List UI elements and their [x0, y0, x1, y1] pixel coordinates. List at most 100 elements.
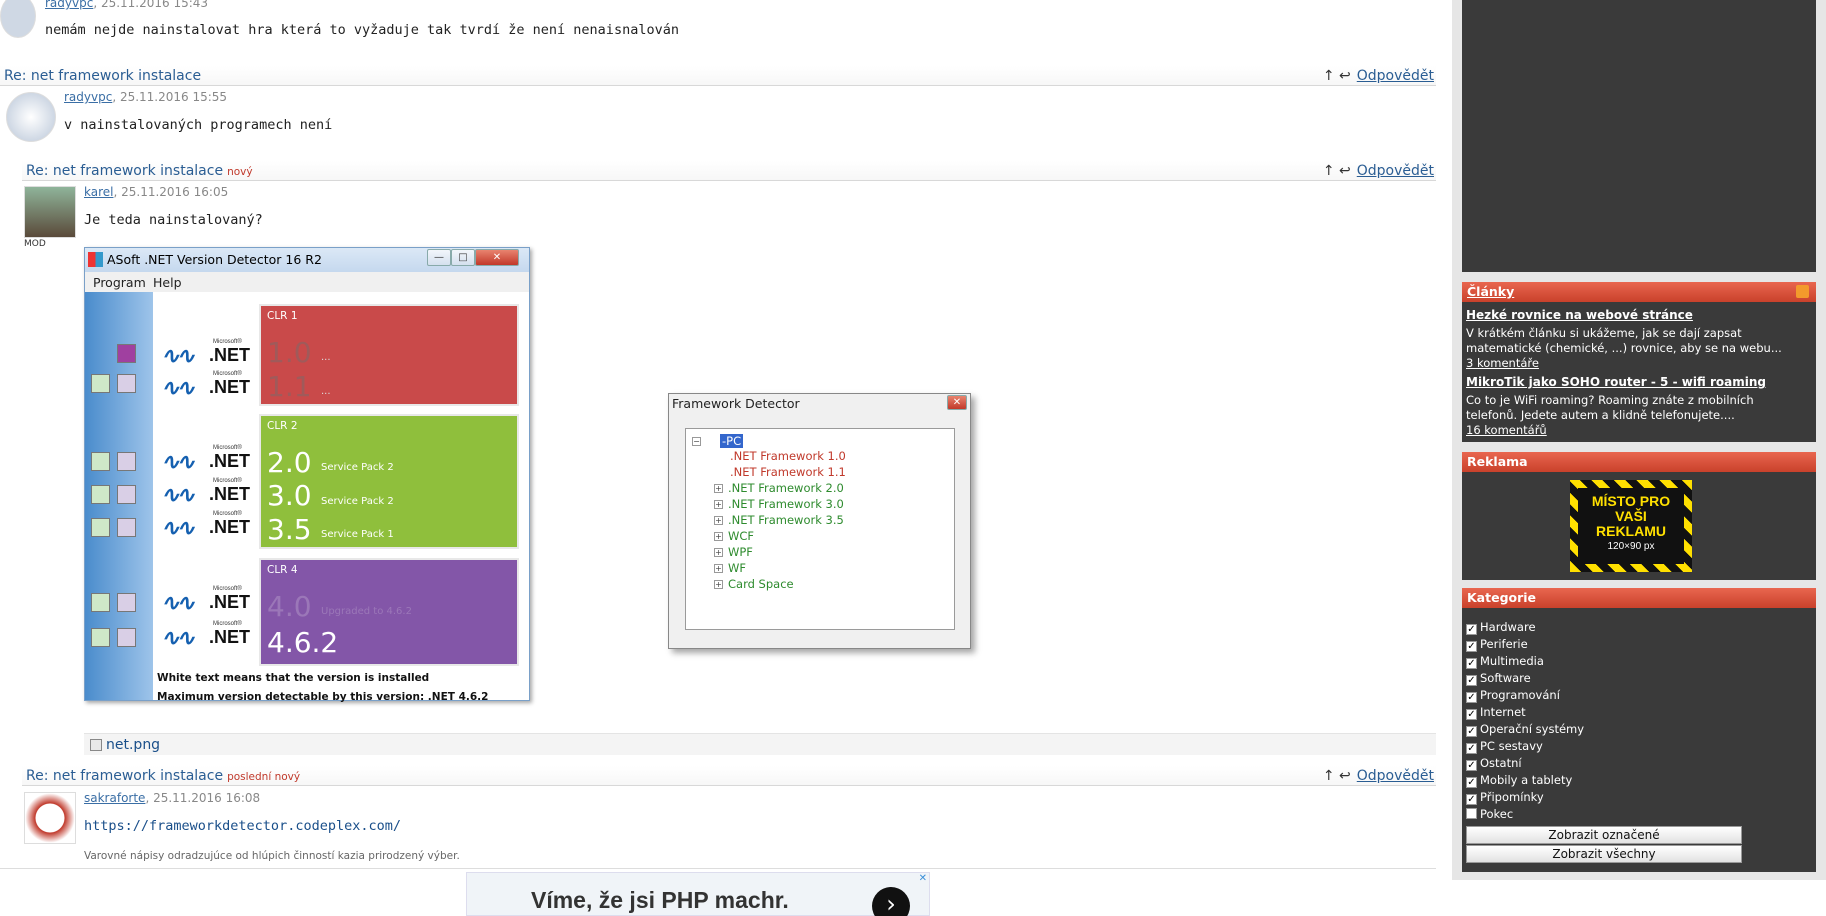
category-item[interactable]: ✓ Mobily a tablety	[1466, 773, 1572, 788]
article-title[interactable]: MikroTik jako SOHO router - 5 - wifi roa…	[1466, 375, 1766, 389]
category-label: Ostatní	[1480, 756, 1522, 770]
post-link[interactable]: https://frameworkdetector.codeplex.com/	[84, 818, 401, 834]
show-all-button[interactable]: Zobrazit všechny	[1466, 845, 1742, 863]
install-icon[interactable]	[91, 452, 110, 471]
article-comments[interactable]: 16 komentářů	[1466, 423, 1806, 437]
post-date: , 25.11.2016 15:43	[93, 0, 209, 10]
download-icon[interactable]	[117, 374, 136, 393]
category-checkbox[interactable]: ✓	[1466, 760, 1477, 771]
download-icon[interactable]	[117, 344, 136, 363]
author-link[interactable]: karel	[84, 185, 113, 199]
article-item: Hezké rovnice na webové stránce V krátké…	[1466, 308, 1806, 370]
category-item[interactable]: ✓ Periferie	[1466, 637, 1528, 652]
category-label: Programování	[1480, 688, 1560, 702]
avatar[interactable]	[0, 0, 36, 38]
reply-link[interactable]: Odpovědět	[1357, 163, 1434, 179]
article-desc: Co to je WiFi roaming? Roaming znáte z m…	[1466, 393, 1754, 422]
avatar[interactable]	[24, 792, 76, 844]
category-checkbox[interactable]	[1466, 808, 1477, 819]
download-icon[interactable]	[117, 518, 136, 537]
category-item[interactable]: ✓ Ostatní	[1466, 756, 1522, 771]
category-checkbox[interactable]: ✓	[1466, 794, 1477, 805]
nav-arrows-icon[interactable]: ↑ ↩	[1323, 163, 1351, 179]
category-item[interactable]: ✓ Programování	[1466, 688, 1560, 703]
author-link[interactable]: radyvpc	[64, 90, 112, 104]
window-title: ASoft .NET Version Detector 16 R2	[107, 252, 322, 267]
close-button[interactable]: ✕	[475, 249, 519, 266]
avatar[interactable]	[24, 186, 76, 238]
category-checkbox[interactable]: ✓	[1466, 624, 1477, 635]
download-icon[interactable]	[117, 485, 136, 504]
ad-banner[interactable]: Víme, že jsi PHP machr. › ✕	[466, 872, 930, 916]
download-icon[interactable]	[117, 452, 136, 471]
maximize-button[interactable]: □	[451, 249, 475, 266]
dotnet-logo: ∿∿ Microsoft® .NET	[161, 339, 251, 368]
category-checkbox[interactable]: ✓	[1466, 709, 1477, 720]
tree-item-net35[interactable]: + .NET Framework 3.5	[714, 513, 844, 527]
author-link[interactable]: sakraforte	[84, 791, 145, 805]
category-checkbox[interactable]: ✓	[1466, 675, 1477, 686]
category-checkbox[interactable]: ✓	[1466, 641, 1477, 652]
ad-text: Víme, že jsi PHP machr.	[531, 887, 789, 913]
author-link[interactable]: radyvpc	[45, 0, 93, 10]
install-icon[interactable]	[91, 628, 110, 647]
article-comments[interactable]: 3 komentáře	[1466, 356, 1806, 370]
tree-item-wpf[interactable]: + WPF	[714, 545, 753, 559]
rss-icon[interactable]	[1796, 285, 1809, 298]
category-checkbox[interactable]: ✓	[1466, 726, 1477, 737]
tree-item-net10[interactable]: .NET Framework 1.0	[730, 449, 846, 463]
menu-help[interactable]: Help	[153, 275, 182, 290]
download-icon[interactable]	[117, 593, 136, 612]
categories-header: Kategorie	[1462, 588, 1816, 608]
install-icon[interactable]	[91, 374, 110, 393]
category-item[interactable]: ✓ Hardware	[1466, 620, 1536, 635]
menubar: Program Help	[85, 272, 529, 292]
avatar[interactable]	[6, 92, 56, 142]
menu-program[interactable]: Program	[93, 275, 146, 290]
category-item[interactable]: ✓ Multimedia	[1466, 654, 1544, 669]
chevron-right-icon[interactable]: ›	[872, 887, 910, 916]
tree-item-wcf[interactable]: + WCF	[714, 529, 754, 543]
category-item[interactable]: Pokec	[1466, 807, 1513, 821]
reply-link[interactable]: Odpovědět	[1357, 68, 1434, 84]
post-title[interactable]: Re: net framework instalace	[26, 163, 223, 179]
category-item[interactable]: ✓ Software	[1466, 671, 1531, 686]
article-title[interactable]: Hezké rovnice na webové stránce	[1466, 308, 1693, 322]
close-button[interactable]: ✕	[947, 395, 967, 410]
nav-arrows-icon[interactable]: ↑ ↩	[1323, 68, 1351, 84]
category-checkbox[interactable]: ✓	[1466, 658, 1477, 669]
reply-link[interactable]: Odpovědět	[1357, 768, 1434, 784]
download-icon[interactable]	[117, 628, 136, 647]
forum-thread: radyvpc, 25.11.2016 15:43 nemám nejde na…	[0, 0, 1436, 916]
article-item: MikroTik jako SOHO router - 5 - wifi roa…	[1466, 375, 1806, 437]
tree-item-wf[interactable]: + WF	[714, 561, 746, 575]
net-version-detector-window: ASoft .NET Version Detector 16 R2 — □ ✕ …	[84, 247, 530, 703]
install-icon[interactable]	[91, 593, 110, 612]
show-marked-button[interactable]: Zobrazit označené	[1466, 826, 1742, 844]
tree-item-net11[interactable]: .NET Framework 1.1	[730, 465, 846, 479]
nav-arrows-icon[interactable]: ↑ ↩	[1323, 768, 1351, 784]
tree-root[interactable]: − -PC	[692, 434, 744, 448]
tree-item-net20[interactable]: + .NET Framework 2.0	[714, 481, 844, 495]
tree-item-net30[interactable]: + .NET Framework 3.0	[714, 497, 844, 511]
category-item[interactable]: ✓ Připomínky	[1466, 790, 1544, 805]
category-checkbox[interactable]: ✓	[1466, 777, 1477, 788]
ad-placeholder[interactable]: MÍSTO PRO VAŠI REKLAMU 120×90 px	[1570, 480, 1692, 572]
minimize-button[interactable]: —	[427, 249, 451, 266]
category-label: Software	[1480, 671, 1531, 685]
attachment-link[interactable]: net.png	[106, 737, 160, 753]
tree-item-cardspace[interactable]: + Card Space	[714, 577, 794, 591]
post-date: , 25.11.2016 15:55	[112, 90, 228, 104]
post-title[interactable]: Re: net framework instalace	[4, 68, 201, 84]
install-icon[interactable]	[91, 518, 110, 537]
post-title[interactable]: Re: net framework instalace	[26, 768, 223, 784]
ad-close-icon[interactable]: ✕	[919, 873, 927, 884]
category-checkbox[interactable]: ✓	[1466, 743, 1477, 754]
category-label: PC sestavy	[1480, 739, 1543, 753]
category-item[interactable]: ✓ Internet	[1466, 705, 1526, 720]
category-item[interactable]: ✓ Operační systémy	[1466, 722, 1584, 737]
category-checkbox[interactable]: ✓	[1466, 692, 1477, 703]
category-item[interactable]: ✓ PC sestavy	[1466, 739, 1543, 754]
dotnet-logo: ∿∿ Microsoft® .NET	[161, 586, 251, 615]
install-icon[interactable]	[91, 485, 110, 504]
